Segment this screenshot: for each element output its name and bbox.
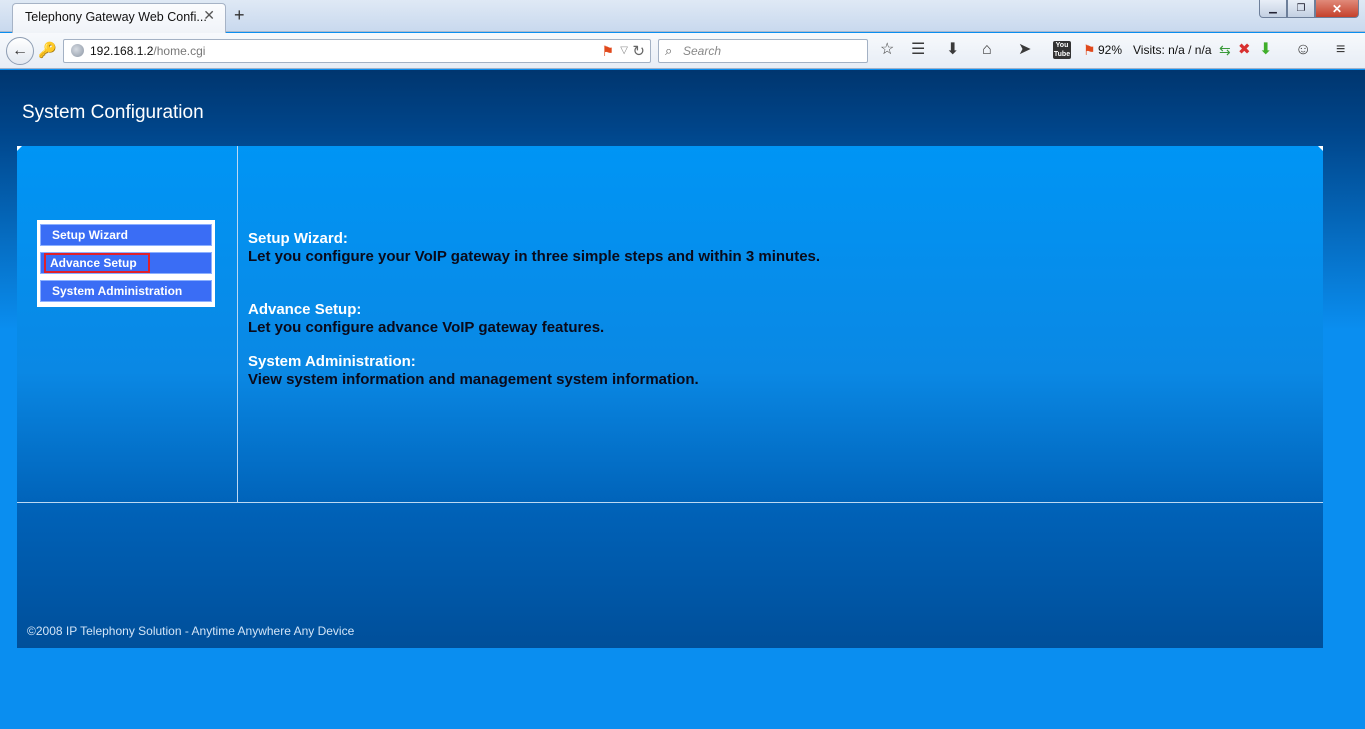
vertical-divider: [237, 146, 238, 502]
description-advance-setup: Advance Setup: Let you configure advance…: [248, 301, 604, 337]
horizontal-divider: [17, 502, 1323, 503]
footer-copyright: ©2008 IP Telephony Solution - Anytime An…: [27, 624, 355, 638]
flag-icon[interactable]: ⚑: [601, 43, 614, 60]
menu-item-label: Setup Wizard: [40, 224, 212, 246]
panel-corner-left: [17, 146, 22, 151]
description-title: Setup Wizard:: [248, 230, 348, 247]
menu-item-advance-setup[interactable]: Advance Setup: [38, 250, 214, 276]
download-green-icon[interactable]: ⬇: [1259, 41, 1272, 59]
search-input[interactable]: [683, 43, 863, 59]
flag-icon[interactable]: ⚑: [1083, 41, 1096, 59]
search-bar[interactable]: ⌕: [658, 39, 868, 63]
maximize-window-button[interactable]: ❐: [1287, 0, 1315, 18]
url-text[interactable]: 192.168.1.2/home.cgi: [90, 44, 205, 58]
menu-item-label: System Administration: [40, 280, 212, 302]
url-path: /home.cgi: [153, 44, 206, 58]
globe-icon: [71, 44, 84, 57]
browser-navbar: ← 🔑 192.168.1.2/home.cgi ⚑ ▽ ↻ ⌕ ☆ ☰ ⬇ ⌂…: [0, 33, 1365, 69]
menu-item-inner: Advance Setup: [40, 252, 212, 274]
description-title: System Administration:: [248, 353, 416, 370]
home-icon[interactable]: ⌂: [982, 41, 992, 59]
menu-item-label: Advance Setup: [44, 253, 150, 273]
send-icon[interactable]: ➤: [1018, 41, 1031, 59]
battery-percent: 92%: [1098, 43, 1123, 57]
browser-titlebar: Telephony Gateway Web Confi... ✕ + ▁ ❐ ✕: [0, 0, 1365, 33]
reload-icon[interactable]: ↻: [632, 42, 645, 60]
close-red-icon[interactable]: ✖: [1238, 41, 1251, 59]
hamburger-menu-icon[interactable]: ≡: [1336, 41, 1345, 59]
tab-title: Telephony Gateway Web Confi...: [25, 10, 207, 24]
page-title: System Configuration: [22, 102, 204, 123]
close-window-button[interactable]: ✕: [1315, 0, 1359, 18]
description-text: View system information and management s…: [248, 371, 699, 388]
close-tab-icon[interactable]: ✕: [203, 8, 215, 22]
page-content: System Configuration Setup Wizard Advanc…: [0, 70, 1365, 729]
main-panel: Setup Wizard Advance Setup System Admini…: [17, 146, 1323, 648]
description-text: Let you configure your VoIP gateway in t…: [248, 248, 821, 265]
new-tab-button[interactable]: +: [234, 5, 245, 25]
description-setup-wizard: Setup Wizard: Let you configure your VoI…: [248, 230, 820, 266]
download-icon[interactable]: ⬇: [946, 41, 959, 59]
minimize-window-button[interactable]: ▁: [1259, 0, 1287, 18]
back-button[interactable]: ←: [6, 37, 34, 65]
chevron-down-icon[interactable]: ▽: [620, 45, 628, 56]
description-text: Let you configure advance VoIP gateway f…: [248, 319, 605, 336]
arrow-left-icon: ←: [12, 42, 28, 59]
reading-list-icon[interactable]: ☰: [911, 41, 925, 59]
visits-counter: Visits: n/a / n/a: [1133, 43, 1212, 57]
menu-item-system-administration[interactable]: System Administration: [38, 278, 214, 304]
browser-tab[interactable]: Telephony Gateway Web Confi... ✕: [12, 3, 226, 33]
search-icon: ⌕: [665, 43, 673, 58]
url-host: 192.168.1.2: [90, 44, 154, 58]
smiley-icon[interactable]: ☺: [1295, 41, 1311, 59]
url-bar[interactable]: 192.168.1.2/home.cgi ⚑ ▽ ↻: [63, 39, 651, 63]
key-icon[interactable]: 🔑: [38, 41, 57, 59]
description-system-administration: System Administration: View system infor…: [248, 353, 699, 389]
panel-corner-right: [1318, 146, 1323, 151]
youtube-icon[interactable]: You Tube: [1053, 41, 1071, 59]
description-title: Advance Setup:: [248, 301, 362, 318]
bookmark-star-icon[interactable]: ☆: [880, 41, 894, 59]
refresh-arrows-icon[interactable]: ⇆: [1219, 41, 1231, 59]
menu-item-setup-wizard[interactable]: Setup Wizard: [38, 222, 214, 248]
side-menu: Setup Wizard Advance Setup System Admini…: [37, 220, 215, 307]
